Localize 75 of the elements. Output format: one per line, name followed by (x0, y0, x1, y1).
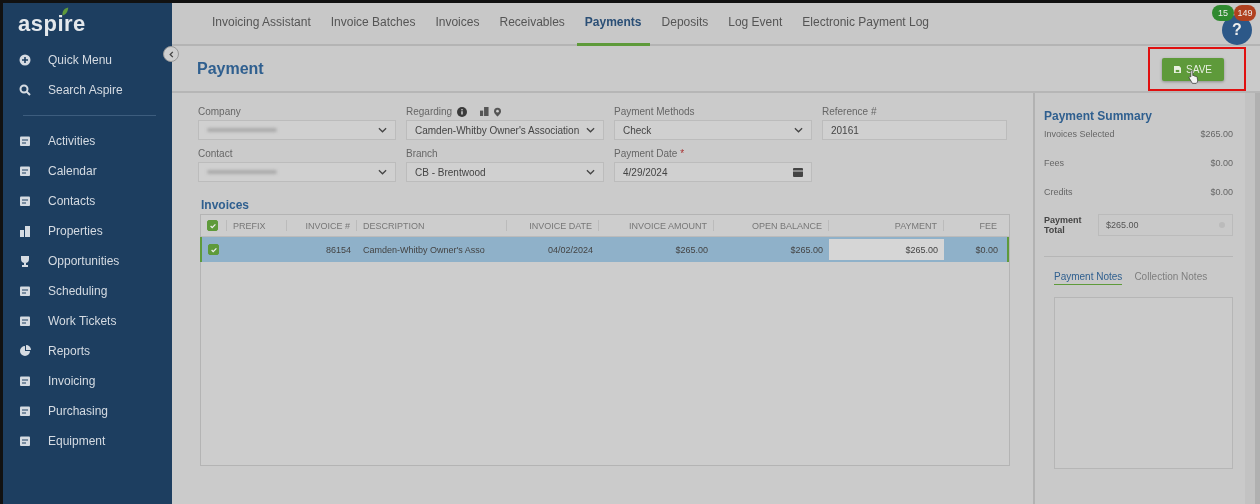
nav-tab[interactable]: Receivables (491, 3, 573, 46)
search-icon (19, 84, 31, 96)
total-label: Payment Total (1044, 215, 1083, 235)
field-label: Reference # (822, 106, 877, 117)
section-title: Invoices (201, 198, 251, 212)
table-cell: $0.00 (975, 244, 998, 255)
table-cell: 86154 (325, 244, 351, 255)
sidebar-item[interactable]: Work Tickets (3, 306, 117, 336)
nav-tab[interactable]: Deposits (653, 3, 717, 46)
notification-badge[interactable]: 15 (1212, 5, 1234, 21)
pie-chart-icon (19, 345, 31, 357)
sidebar-item[interactable]: Opportunities (3, 246, 120, 276)
dropdown-field[interactable]: Check (614, 120, 812, 140)
nav-tab[interactable]: Electronic Payment Log (794, 3, 937, 46)
row-checkbox[interactable] (208, 244, 219, 255)
field-label: Regarding (406, 106, 453, 117)
info-icon[interactable] (457, 106, 468, 117)
notes-tab[interactable]: Payment Notes (1054, 271, 1123, 285)
field-label: Contact (198, 148, 233, 159)
notification-badge[interactable]: 149 (1234, 5, 1256, 21)
chevron-down-icon (794, 127, 803, 133)
field-label: Payment Date * (614, 148, 685, 159)
chevron-down-icon (378, 127, 387, 133)
sidebar-item[interactable]: Invoicing (3, 366, 96, 396)
page-title: Payment (197, 59, 264, 78)
table-cell: 04/02/2024 (547, 244, 593, 255)
field-label: Branch (406, 148, 438, 159)
field-label: Payment Methods (614, 106, 695, 117)
summary-value: $265.00 (1200, 129, 1233, 141)
checkmark-icon (209, 245, 218, 254)
sidebar-item[interactable]: Activities (3, 126, 96, 156)
sidebar-item[interactable]: Equipment (3, 426, 106, 456)
aspire-logo[interactable]: aspire (3, 3, 86, 45)
total-field[interactable]: $265.00 (1098, 214, 1233, 236)
nav-tab[interactable]: Invoice Batches (322, 3, 424, 46)
nav-tab[interactable]: Log Event (720, 3, 791, 46)
nav-tab[interactable]: Invoicing Assistant (204, 3, 319, 46)
summary-value: $0.00 (1210, 158, 1233, 170)
field-label: Company (198, 106, 241, 117)
select-all-checkbox[interactable] (207, 220, 218, 231)
sidebar-item[interactable]: Scheduling (3, 276, 108, 306)
chevron-down-icon (378, 169, 387, 175)
buildings-icon (19, 225, 31, 237)
dropdown-field[interactable] (198, 162, 396, 182)
sidebar-item[interactable]: Quick Menu (3, 45, 113, 75)
sidebar-item[interactable]: Search Aspire (3, 75, 123, 105)
dropdown-field[interactable]: Camden-Whitby Owner's Association (406, 120, 604, 140)
table-row[interactable]: 86154 Camden-Whitby Owner's Asso 04/02/2024 $265.00 $265.00 $265.00 $0.00 (200, 237, 1009, 262)
nav-tab[interactable]: Invoices (427, 3, 488, 46)
input-field[interactable]: 20161 (822, 120, 1007, 140)
chevron-down-icon (586, 127, 595, 133)
map-pin-icon[interactable] (494, 106, 502, 117)
trophy-icon (19, 255, 31, 267)
sidebar-item[interactable]: Calendar (3, 156, 97, 186)
sidebar-item[interactable]: Reports (3, 336, 91, 366)
chevron-left-icon (167, 50, 175, 58)
table-cell: $265.00 (675, 244, 708, 255)
checkmark-icon (208, 221, 217, 230)
chevron-down-icon (586, 169, 595, 175)
sidebar-item[interactable]: Properties (3, 216, 103, 246)
summary-label: Fees (1044, 158, 1064, 170)
sidebar-item[interactable]: Purchasing (3, 396, 109, 426)
buildings-icon[interactable] (480, 107, 490, 116)
dropdown-field[interactable] (198, 120, 396, 140)
summary-title: Payment Summary (1044, 109, 1154, 123)
sidebar-item[interactable]: Contacts (3, 186, 96, 216)
summary-value: $0.00 (1210, 187, 1233, 199)
date-field[interactable]: 4/29/2024 (614, 162, 812, 182)
summary-label: Invoices Selected (1044, 129, 1115, 141)
table-cell: $265.00 (790, 244, 823, 255)
summary-label: Credits (1044, 187, 1073, 199)
table-cell: Camden-Whitby Owner's Asso (363, 244, 485, 255)
payment-input[interactable]: $265.00 (829, 239, 944, 260)
plus-circle-icon (19, 54, 31, 66)
dropdown-field[interactable]: CB - Brentwood (406, 162, 604, 182)
